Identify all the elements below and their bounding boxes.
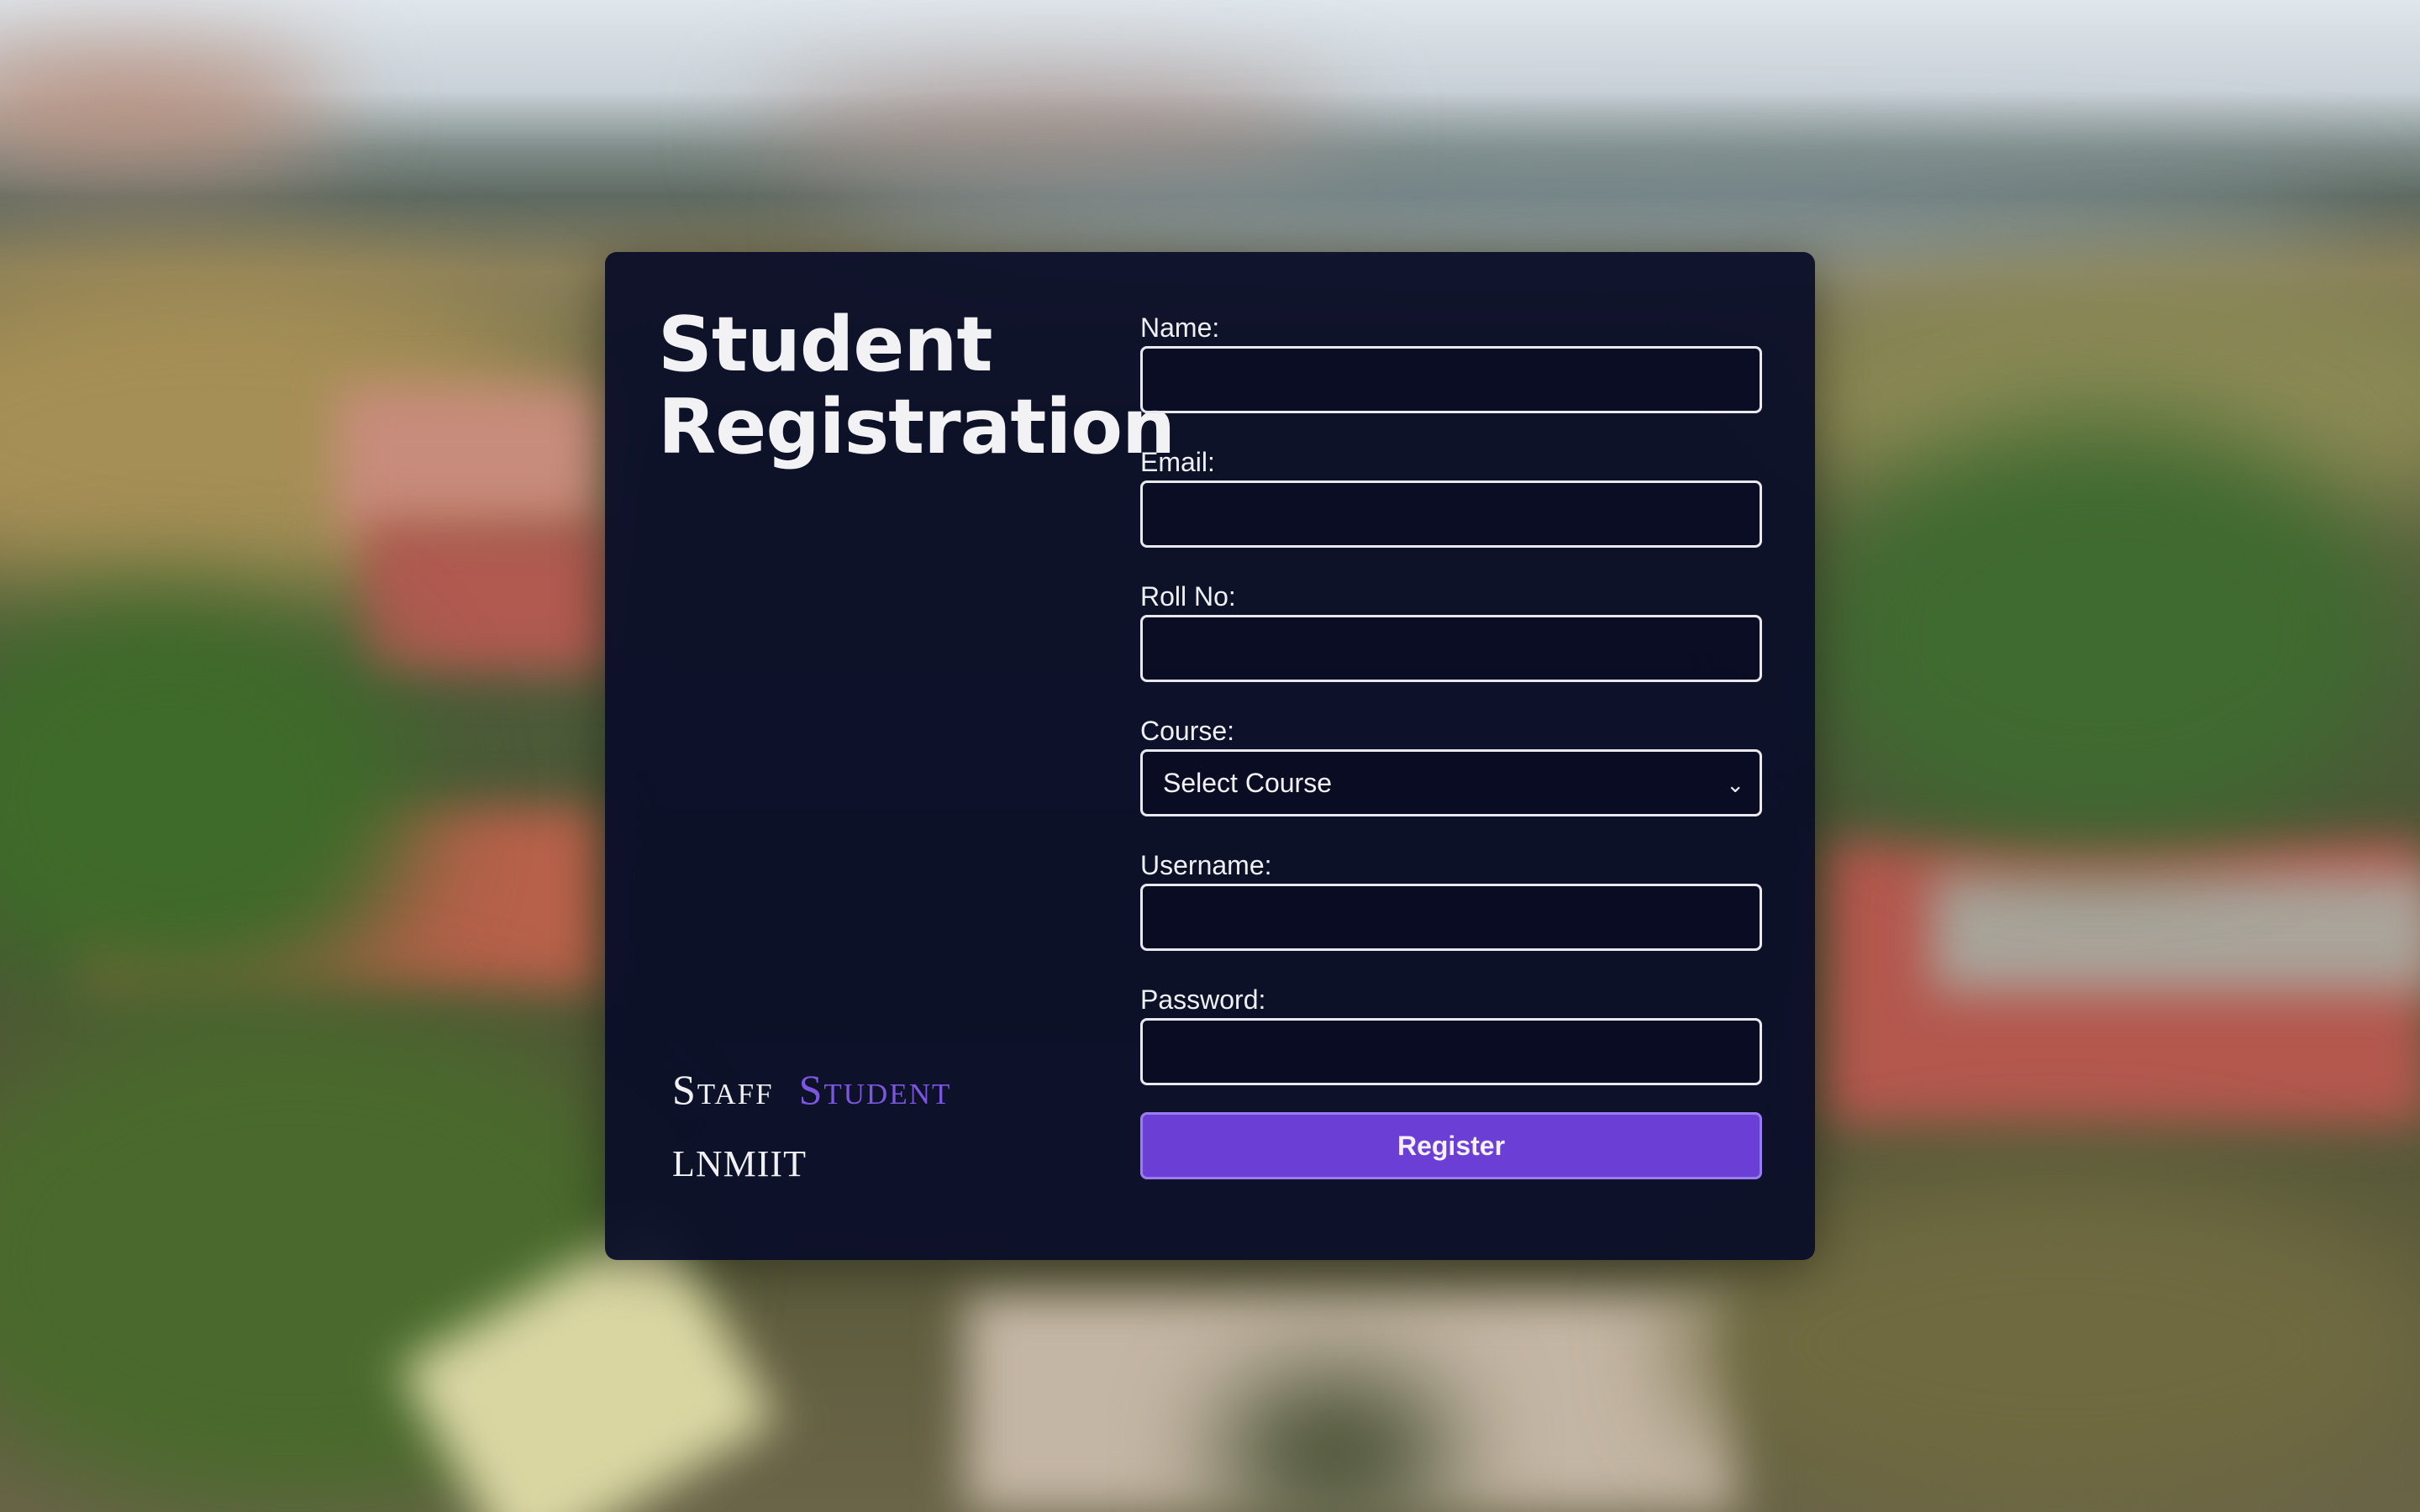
roll-label: Roll No: (1140, 581, 1236, 612)
page-title: Student Registration (658, 301, 1176, 471)
name-input[interactable] (1140, 346, 1762, 413)
roll-input[interactable] (1140, 615, 1762, 682)
username-label: Username: (1140, 850, 1272, 880)
chevron-down-icon: ⌄ (1726, 772, 1744, 797)
email-label: Email: (1140, 447, 1215, 477)
brand-staff: Staff (672, 1066, 774, 1113)
registration-card: Student Registration Staff Student LNMIIT… (605, 252, 1815, 1260)
page-title-line1: Student (658, 301, 992, 389)
brand-org: LNMIIT (672, 1143, 807, 1184)
username-input[interactable] (1140, 884, 1762, 951)
email-input[interactable] (1140, 480, 1762, 548)
password-field: Password: (1140, 981, 1762, 1085)
email-field: Email: (1140, 444, 1762, 548)
name-field: Name: (1140, 309, 1762, 413)
password-input[interactable] (1140, 1018, 1762, 1085)
name-label: Name: (1140, 312, 1220, 343)
username-field: Username: (1140, 847, 1762, 951)
brand-logo: Staff Student (672, 1065, 951, 1114)
course-select[interactable]: Select Course ⌄ (1140, 749, 1762, 816)
course-select-value: Select Course (1163, 768, 1332, 798)
page-title-line2: Registration (658, 383, 1176, 471)
course-label: Course: (1140, 716, 1235, 746)
registration-form: Name: Email: Roll No: Course: Select Cou… (1140, 309, 1762, 1179)
roll-field: Roll No: (1140, 578, 1762, 682)
password-label: Password: (1140, 984, 1266, 1015)
course-field: Course: Select Course ⌄ (1140, 712, 1762, 816)
register-button[interactable]: Register (1140, 1112, 1762, 1179)
brand-student: Student (798, 1066, 952, 1113)
